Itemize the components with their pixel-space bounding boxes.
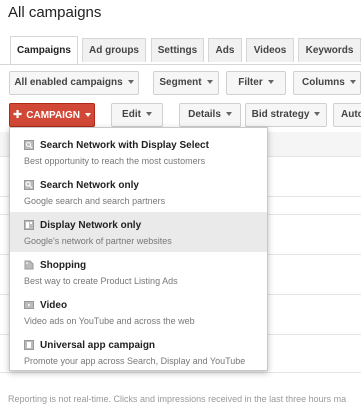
add-campaign-label: CAMPAIGN (26, 110, 80, 121)
filter-dropdown[interactable]: Filter (226, 71, 286, 95)
menu-item-desc: Google search and search partners (24, 196, 166, 206)
tab-campaigns[interactable]: Campaigns (10, 36, 78, 64)
edit-dropdown[interactable]: Edit (111, 103, 163, 127)
campaign-filter-label: All enabled campaigns (14, 77, 123, 88)
chevron-down-icon (84, 113, 91, 118)
chevron-down-icon (145, 112, 152, 117)
details-dropdown[interactable]: Details (179, 103, 241, 127)
add-campaign-button[interactable]: ✚ CAMPAIGN (9, 103, 95, 127)
tab-videos[interactable]: Videos (246, 38, 294, 62)
tab-bar: Campaigns Ad groups Settings Ads Videos … (0, 36, 361, 65)
menu-item-title: Video (40, 300, 68, 311)
columns-label: Columns (302, 77, 345, 88)
shopping-tag-icon (24, 260, 34, 270)
details-label: Details (188, 109, 221, 120)
menu-item-desc: Google's network of partner websites (24, 236, 172, 246)
automate-dropdown[interactable]: Auto (333, 103, 361, 127)
chevron-down-icon (267, 80, 274, 85)
app-icon (24, 340, 34, 350)
campaign-filter-dropdown[interactable]: All enabled campaigns (9, 71, 139, 95)
menu-item-search-only[interactable]: Search Network only Google search and se… (10, 172, 267, 212)
tab-ad-groups[interactable]: Ad groups (82, 38, 146, 62)
menu-item-universal-app[interactable]: Universal app campaign Promote your app … (10, 332, 267, 372)
tab-ads[interactable]: Ads (208, 38, 242, 62)
chevron-down-icon (225, 112, 232, 117)
bid-strategy-label: Bid strategy (251, 109, 310, 120)
table-row (0, 372, 361, 373)
tab-keywords[interactable]: Keywords (298, 38, 361, 62)
menu-item-title: Search Network only (40, 180, 139, 191)
tab-settings[interactable]: Settings (151, 38, 204, 62)
campaign-type-menu: Search Network with Display Select Best … (9, 127, 268, 371)
menu-item-desc: Video ads on YouTube and across the web (24, 316, 195, 326)
page-title: All campaigns (8, 4, 102, 21)
chevron-down-icon (206, 80, 213, 85)
video-icon (24, 301, 34, 309)
automate-label: Auto (341, 109, 361, 120)
columns-dropdown[interactable]: Columns (293, 71, 361, 95)
menu-item-desc: Promote your app across Search, Display … (24, 356, 246, 366)
chevron-down-icon (314, 112, 321, 117)
menu-item-title: Universal app campaign (40, 340, 156, 351)
chevron-down-icon (349, 80, 356, 85)
menu-item-title: Search Network with Display Select (40, 140, 209, 151)
bid-strategy-dropdown[interactable]: Bid strategy (245, 103, 327, 127)
menu-item-video[interactable]: Video Video ads on YouTube and across th… (10, 292, 267, 332)
menu-item-title: Shopping (40, 260, 87, 271)
menu-item-desc: Best opportunity to reach the most custo… (24, 156, 206, 166)
segment-dropdown[interactable]: Segment (153, 71, 219, 95)
reporting-note: Reporting is not real-time. Clicks and i… (8, 394, 347, 404)
edit-label: Edit (122, 109, 141, 120)
display-icon (24, 220, 34, 230)
menu-item-display-only[interactable]: Display Network only Google's network of… (10, 212, 267, 252)
menu-item-shopping[interactable]: Shopping Best way to create Product List… (10, 252, 267, 292)
search-icon (24, 180, 34, 190)
segment-label: Segment (159, 77, 202, 88)
filter-label: Filter (238, 77, 263, 88)
plus-icon: ✚ (13, 109, 23, 121)
menu-item-title: Display Network only (40, 220, 142, 231)
menu-item-search-display-select[interactable]: Search Network with Display Select Best … (10, 132, 267, 172)
search-display-icon (24, 140, 34, 150)
chevron-down-icon (127, 80, 134, 85)
menu-item-desc: Best way to create Product Listing Ads (24, 276, 178, 286)
